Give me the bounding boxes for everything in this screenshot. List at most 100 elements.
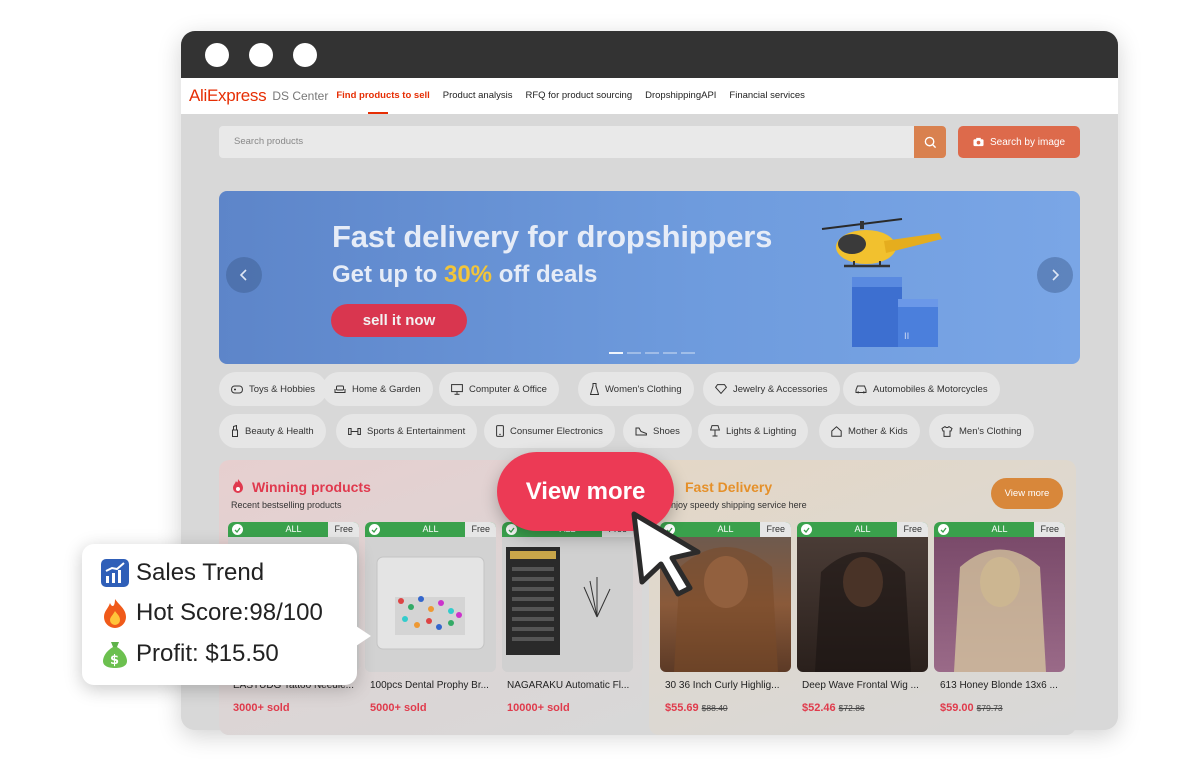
hot-score-row: Hot Score:98/100 [100, 598, 323, 628]
category-beauty-health[interactable]: Beauty & Health [219, 414, 326, 448]
category-shoes[interactable]: Shoes [623, 414, 692, 448]
svg-text:II: II [904, 332, 909, 342]
original-price: $88.40 [701, 703, 728, 713]
search-input[interactable]: Search products [234, 136, 303, 147]
search-button[interactable] [914, 126, 946, 158]
gamepad-icon [231, 385, 243, 393]
sales-trend-label: Sales Trend [136, 559, 265, 586]
category-lights[interactable]: Lights & Lighting [698, 414, 809, 448]
sofa-icon [334, 385, 346, 393]
original-price: $79.73 [976, 703, 1003, 713]
profit-row: $ Profit: $15.50 [100, 639, 279, 669]
product-insights-callout: Sales Trend Hot Score:98/100 $ Profit: $… [82, 544, 371, 685]
sell-it-now-button[interactable]: sell it now [331, 304, 467, 337]
banner-next-button[interactable] [1037, 257, 1073, 293]
product-card[interactable]: ALLFree [797, 522, 928, 672]
product-price: $52.46 $72.86 [802, 702, 865, 714]
banner-dot-3[interactable] [645, 352, 659, 354]
product-image-blonde-wig [934, 537, 1065, 672]
search-by-image-button[interactable]: Search by image [958, 126, 1080, 158]
product-name[interactable]: 100pcs Dental Prophy Br... [370, 680, 495, 691]
banner-dot-4[interactable] [663, 352, 677, 354]
title-bar [181, 31, 1118, 78]
search-icon [924, 136, 936, 148]
top-nav: AliExpress DS Center Find products to se… [181, 78, 1118, 114]
nav-find-products[interactable]: Find products to sell [336, 78, 430, 114]
banner-indicators [609, 352, 695, 354]
window-dot-2[interactable] [249, 43, 273, 67]
shipping-tag: ALLFree [797, 522, 928, 537]
category-consumer-electronics[interactable]: Consumer Electronics [484, 414, 615, 448]
camera-icon [973, 137, 984, 147]
window-dot-1[interactable] [205, 43, 229, 67]
banner-dot-1[interactable] [609, 352, 623, 354]
category-computer-office[interactable]: Computer & Office [439, 372, 559, 406]
fire-icon [233, 479, 243, 493]
product-name[interactable]: 613 Honey Blonde 13x6 ... [940, 680, 1065, 691]
product-name[interactable]: Deep Wave Frontal Wig ... [802, 680, 927, 691]
lipstick-icon [232, 425, 238, 437]
ds-center-label: DS Center [272, 89, 329, 103]
dumbbell-icon [348, 427, 361, 435]
product-card[interactable]: ALLFree [934, 522, 1065, 672]
chart-trend-icon [101, 559, 129, 587]
phone-icon [496, 425, 504, 437]
category-toys[interactable]: Toys & Hobbies [219, 372, 328, 406]
product-name[interactable]: NAGARAKU Automatic Fl... [507, 680, 632, 691]
category-jewelry[interactable]: Jewelry & Accessories [703, 372, 840, 406]
product-price: $59.00 $79.73 [940, 702, 1003, 714]
product-price: $55.69 $88.40 [665, 702, 728, 714]
house-icon [831, 425, 842, 437]
search-bar[interactable]: Search products [219, 126, 946, 158]
tag-free: Free [897, 522, 928, 537]
category-label: Computer & Office [469, 383, 547, 395]
nav-rfq[interactable]: RFQ for product sourcing [525, 78, 632, 114]
car-icon [855, 385, 867, 394]
fast-delivery-title: Fast Delivery [685, 479, 773, 495]
profit-label: Profit: $15.50 [136, 640, 279, 667]
tag-free: Free [465, 522, 496, 537]
tag-free: Free [760, 522, 791, 537]
banner-dot-2[interactable] [627, 352, 641, 354]
original-price: $72.86 [838, 703, 865, 713]
category-mens-clothing[interactable]: Men's Clothing [929, 414, 1034, 448]
category-home-garden[interactable]: Home & Garden [322, 372, 433, 406]
category-label: Lights & Lighting [726, 425, 797, 437]
window-dot-3[interactable] [293, 43, 317, 67]
category-label: Beauty & Health [245, 425, 314, 437]
svg-text:$: $ [110, 653, 119, 668]
chevron-left-icon [239, 269, 247, 281]
dress-icon [590, 383, 599, 395]
category-automobiles[interactable]: Automobiles & Motorcycles [843, 372, 1000, 406]
nav-dropshipping-api[interactable]: DropshippingAPI [645, 78, 716, 114]
nav-product-analysis[interactable]: Product analysis [443, 78, 513, 114]
winning-products-subtitle: Recent bestselling products [231, 500, 342, 510]
fire-icon [104, 599, 126, 628]
category-label: Home & Garden [352, 383, 421, 395]
banner-dot-5[interactable] [681, 352, 695, 354]
category-label: Mother & Kids [848, 425, 908, 437]
shipping-tag: ALLFree [228, 522, 359, 537]
category-sports[interactable]: Sports & Entertainment [336, 414, 478, 448]
nav-financial-services[interactable]: Financial services [729, 78, 805, 114]
search-by-image-label: Search by image [989, 136, 1066, 148]
promo-banner[interactable]: Fast delivery for dropshippers Get up to… [219, 191, 1080, 364]
product-card[interactable]: ALLFree [502, 522, 633, 672]
category-label: Sports & Entertainment [367, 425, 466, 437]
aliexpress-logo[interactable]: AliExpress [189, 86, 267, 106]
hot-score-label: Hot Score:98/100 [136, 599, 323, 626]
diamond-icon [715, 384, 727, 394]
product-image-dental-brushes [365, 537, 496, 672]
product-sold-count: 3000+ sold [233, 702, 290, 714]
stage: AliExpress DS Center Find products to se… [0, 0, 1200, 760]
banner-prev-button[interactable] [226, 257, 262, 293]
product-sold-count: 10000+ sold [507, 702, 570, 714]
monitor-icon [451, 383, 463, 395]
product-card[interactable]: ALLFree [365, 522, 496, 672]
fast-delivery-view-more-button[interactable]: View more [991, 478, 1063, 509]
category-label: Automobiles & Motorcycles [873, 383, 988, 395]
category-mother-kids[interactable]: Mother & Kids [819, 414, 920, 448]
product-name[interactable]: 30 36 Inch Curly Highlig... [665, 680, 790, 691]
category-label: Toys & Hobbies [249, 383, 316, 395]
category-womens-clothing[interactable]: Women's Clothing [578, 372, 694, 406]
